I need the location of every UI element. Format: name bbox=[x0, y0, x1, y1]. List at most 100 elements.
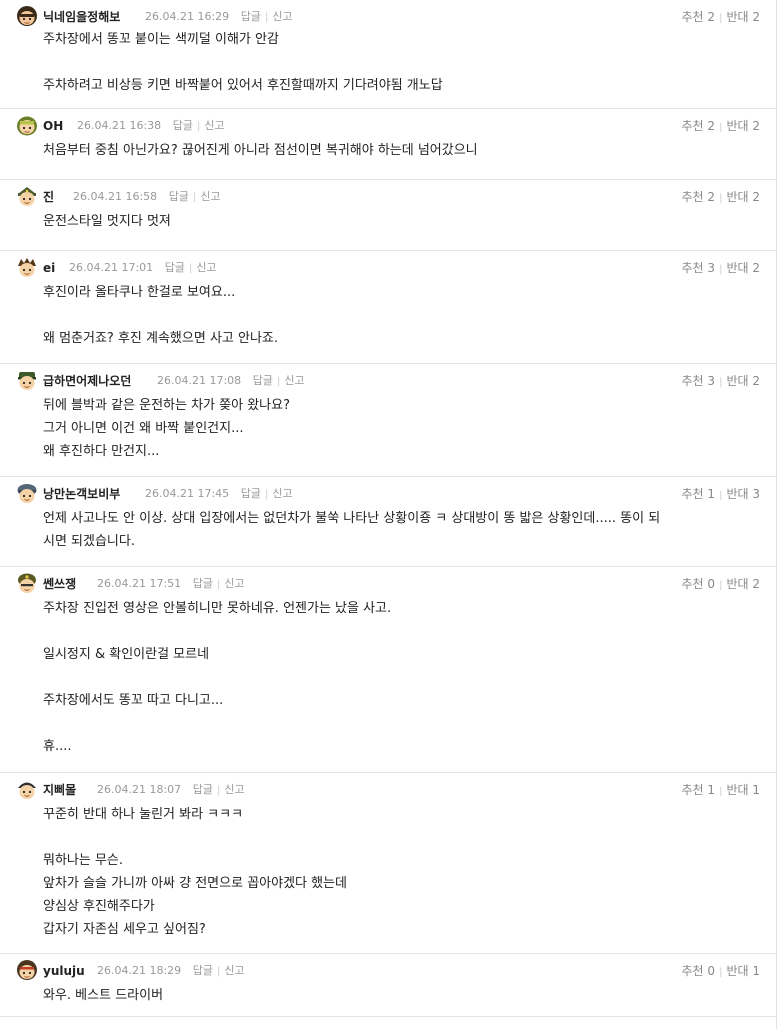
comment-date: 26.04.21 16:58 bbox=[73, 190, 158, 203]
comment-nickname[interactable]: OH bbox=[43, 118, 63, 134]
recommend-label: 추천 bbox=[681, 10, 704, 24]
divider: | bbox=[719, 264, 723, 275]
report-link[interactable]: 신고 bbox=[204, 119, 224, 132]
recommend-label: 추천 bbox=[681, 783, 704, 797]
divider: | bbox=[719, 193, 723, 204]
recommend-button[interactable]: 추천 0 bbox=[682, 577, 716, 591]
oppose-count: 1 bbox=[752, 783, 760, 797]
comment-item: yuluju 26.04.21 18:29 답글 | 신고 추천 0 | 반대 1 와우… bbox=[0, 954, 776, 1017]
oppose-button[interactable]: 반대 2 bbox=[726, 261, 760, 275]
divider: | bbox=[188, 263, 193, 274]
comment-item: 급하면어제나오던 26.04.21 17:08 답글 | 신고 추천 3 | 반대 2 … bbox=[0, 364, 776, 477]
report-link[interactable]: 신고 bbox=[196, 261, 216, 274]
reply-link[interactable]: 답글 bbox=[253, 374, 273, 387]
report-link[interactable]: 신고 bbox=[272, 487, 292, 500]
recommend-count: 1 bbox=[707, 783, 716, 797]
oppose-count: 2 bbox=[752, 190, 760, 204]
comment-nickname[interactable]: 낭만논객보비부 bbox=[43, 486, 120, 502]
comment-item: ei 26.04.21 17:01 답글 | 신고 추천 3 | 반대 2 후진이라 올… bbox=[0, 251, 776, 364]
divider: | bbox=[196, 121, 201, 132]
comment-nickname[interactable]: ei bbox=[43, 260, 55, 276]
comment-text: 뒤에 블박과 같은 운전하는 차가 쫒아 왔나요? 그거 아니면 이건 왜 바짝… bbox=[43, 398, 290, 459]
recommend-button[interactable]: 추천 2 bbox=[682, 119, 716, 133]
recommend-count: 3 bbox=[707, 374, 716, 388]
recommend-label: 추천 bbox=[681, 190, 704, 204]
recommend-button[interactable]: 추천 1 bbox=[682, 783, 716, 797]
comment-nickname[interactable]: 닉네임을정해보 bbox=[43, 9, 120, 25]
divider: | bbox=[216, 785, 221, 796]
avatar-icon bbox=[17, 6, 37, 26]
recommend-button[interactable]: 추천 3 bbox=[682, 261, 716, 275]
recommend-button[interactable]: 추천 2 bbox=[682, 10, 716, 24]
divider: | bbox=[216, 966, 221, 977]
recommend-count: 3 bbox=[707, 261, 716, 275]
oppose-button[interactable]: 반대 2 bbox=[726, 190, 760, 204]
oppose-button[interactable]: 반대 2 bbox=[726, 119, 760, 133]
recommend-label: 추천 bbox=[681, 261, 704, 275]
reply-link[interactable]: 답글 bbox=[193, 577, 213, 590]
report-link[interactable]: 신고 bbox=[224, 577, 244, 590]
recommend-button[interactable]: 추천 1 bbox=[682, 487, 716, 501]
oppose-button[interactable]: 반대 2 bbox=[726, 10, 760, 24]
report-link[interactable]: 신고 bbox=[272, 10, 292, 23]
comment-nickname[interactable]: 지삐몰 bbox=[43, 782, 76, 798]
comment-text: 와우. 베스트 드라이버 bbox=[43, 988, 164, 1003]
divider: | bbox=[276, 376, 281, 387]
comment-text: 언제 사고나도 안 이상. 상대 입장에서는 없던차가 불쑥 나타난 상황이죵 … bbox=[43, 511, 661, 549]
oppose-label: 반대 bbox=[726, 487, 749, 501]
divider: | bbox=[216, 579, 221, 590]
comment-nickname[interactable]: yuluju bbox=[43, 963, 85, 979]
avatar-icon bbox=[17, 116, 37, 136]
avatar-icon bbox=[18, 372, 36, 390]
reply-link[interactable]: 답글 bbox=[169, 190, 189, 203]
divider: | bbox=[719, 580, 723, 591]
recommend-button[interactable]: 추천 0 bbox=[682, 964, 716, 978]
reply-link[interactable]: 답글 bbox=[193, 964, 213, 977]
report-link[interactable]: 신고 bbox=[200, 190, 220, 203]
reply-link[interactable]: 답글 bbox=[241, 10, 261, 23]
oppose-count: 2 bbox=[752, 119, 760, 133]
oppose-count: 2 bbox=[752, 374, 760, 388]
recommend-label: 추천 bbox=[681, 577, 704, 591]
reply-link[interactable]: 답글 bbox=[193, 783, 213, 796]
recommend-count: 2 bbox=[707, 190, 716, 204]
comment-nickname[interactable]: 진 bbox=[43, 189, 54, 205]
avatar-icon bbox=[18, 782, 36, 799]
oppose-button[interactable]: 반대 2 bbox=[726, 577, 760, 591]
recommend-label: 추천 bbox=[681, 374, 704, 388]
oppose-count: 2 bbox=[752, 10, 760, 24]
divider: | bbox=[719, 967, 723, 978]
report-link[interactable]: 신고 bbox=[284, 374, 304, 387]
divider: | bbox=[719, 122, 723, 133]
divider: | bbox=[264, 489, 269, 500]
comment-date: 26.04.21 17:08 bbox=[157, 374, 242, 387]
reply-link[interactable]: 답글 bbox=[241, 487, 261, 500]
comment-nickname[interactable]: 급하면어제나오던 bbox=[43, 373, 131, 389]
avatar-icon bbox=[18, 187, 36, 206]
recommend-label: 추천 bbox=[681, 119, 704, 133]
recommend-count: 1 bbox=[707, 487, 716, 501]
oppose-button[interactable]: 반대 2 bbox=[726, 374, 760, 388]
avatar-icon bbox=[17, 484, 37, 503]
oppose-button[interactable]: 반대 1 bbox=[726, 964, 760, 978]
divider: | bbox=[719, 490, 723, 501]
comment-list: 닉네임을정해보 26.04.21 16:29 답글 | 신고 추천 2 | 반대 2 주… bbox=[0, 0, 777, 1029]
oppose-label: 반대 bbox=[726, 783, 749, 797]
comment-item: 낭만논객보비부 26.04.21 17:45 답글 | 신고 추천 1 | 반대 3 언… bbox=[0, 477, 776, 567]
comment-date: 26.04.21 16:38 bbox=[77, 119, 162, 132]
comment-date: 26.04.21 17:45 bbox=[145, 487, 230, 500]
oppose-count: 2 bbox=[752, 577, 760, 591]
comment-text: 운전스타일 멋지다 멋져 bbox=[43, 214, 171, 229]
reply-link[interactable]: 답글 bbox=[165, 261, 185, 274]
oppose-button[interactable]: 반대 1 bbox=[726, 783, 760, 797]
comment-nickname[interactable]: 쎈쓰쟁 bbox=[43, 576, 76, 592]
avatar-icon bbox=[18, 573, 36, 593]
reply-link[interactable]: 답글 bbox=[173, 119, 193, 132]
report-link[interactable]: 신고 bbox=[224, 964, 244, 977]
comment-text: 후진이라 올타쿠나 한걸로 보여요... 왜 멈춘거죠? 후진 계속했으면 사고… bbox=[43, 285, 279, 346]
recommend-button[interactable]: 추천 2 bbox=[682, 190, 716, 204]
recommend-button[interactable]: 추천 3 bbox=[682, 374, 716, 388]
recommend-label: 추천 bbox=[681, 487, 704, 501]
oppose-button[interactable]: 반대 3 bbox=[726, 487, 760, 501]
report-link[interactable]: 신고 bbox=[224, 783, 244, 796]
